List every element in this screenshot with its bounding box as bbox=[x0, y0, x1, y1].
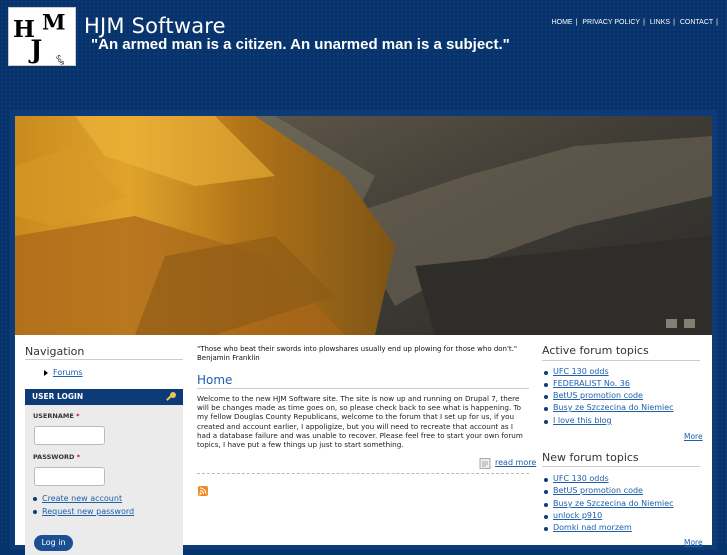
slideshow-pager-2[interactable] bbox=[684, 319, 695, 328]
active-topic-link[interactable]: I love this blog bbox=[553, 416, 612, 425]
username-label: USERNAME * bbox=[33, 412, 80, 420]
user-login-header: USER LOGIN bbox=[25, 389, 183, 405]
quote-block: "Those who beat their swords into plowsh… bbox=[197, 345, 517, 363]
quote-author: Benjamin Franklin bbox=[197, 354, 260, 362]
top-navigation: HOME | PRIVACY POLICY | LINKS | CONTACT | bbox=[551, 19, 718, 26]
hero-slideshow-image bbox=[15, 116, 712, 335]
document-icon bbox=[479, 458, 491, 469]
topnav-home[interactable]: HOME bbox=[552, 19, 573, 26]
bullet-icon bbox=[544, 395, 548, 399]
bullet-icon bbox=[544, 527, 548, 531]
topnav-contact[interactable]: CONTACT bbox=[680, 19, 713, 26]
nav-item-forums[interactable]: Forums bbox=[53, 368, 83, 377]
node-title-home[interactable]: Home bbox=[197, 373, 232, 387]
bullet-icon bbox=[544, 490, 548, 494]
bullet-icon bbox=[33, 510, 37, 514]
svg-text:J: J bbox=[28, 34, 42, 64]
active-topic-link[interactable]: FEDERALIST No. 36 bbox=[553, 379, 630, 388]
bullet-icon bbox=[544, 407, 548, 411]
password-input[interactable] bbox=[34, 467, 105, 486]
new-topics-more-link[interactable]: More bbox=[684, 538, 703, 547]
quote-text: "Those who beat their swords into plowsh… bbox=[197, 345, 518, 353]
hjm-software-logo-icon: H M J Software bbox=[9, 8, 75, 65]
topnav-links[interactable]: LINKS bbox=[650, 19, 670, 26]
active-topic-link[interactable]: UFC 130 odds bbox=[553, 367, 609, 376]
active-topic-link[interactable]: BetUS promotion code bbox=[553, 391, 643, 400]
bullet-icon bbox=[544, 503, 548, 507]
divider bbox=[542, 360, 700, 361]
site-name[interactable]: HJM Software bbox=[84, 14, 226, 38]
svg-text:M: M bbox=[42, 10, 66, 35]
username-input[interactable] bbox=[34, 426, 105, 445]
site-logo[interactable]: H M J Software bbox=[8, 7, 76, 66]
active-topics-more-link[interactable]: More bbox=[684, 432, 703, 441]
bullet-icon bbox=[544, 383, 548, 387]
node-body: Welcome to the new HJM Software site. Th… bbox=[197, 394, 523, 450]
bullet-icon bbox=[544, 478, 548, 482]
active-topic-link[interactable]: Busy ze Szczecina do Niemiec bbox=[553, 403, 674, 412]
key-icon bbox=[166, 392, 176, 401]
divider bbox=[197, 473, 529, 474]
new-topic-link[interactable]: BetUS promotion code bbox=[553, 486, 643, 495]
new-topic-link[interactable]: UFC 130 odds bbox=[553, 474, 609, 483]
divider bbox=[542, 466, 700, 467]
request-password-link[interactable]: Request new password bbox=[42, 507, 134, 516]
navigation-block-title: Navigation bbox=[25, 345, 85, 358]
bullet-icon bbox=[544, 515, 548, 519]
new-forum-topics-title: New forum topics bbox=[542, 451, 639, 464]
new-topic-link[interactable]: Domki nad morzem bbox=[553, 523, 632, 532]
bullet-icon bbox=[544, 420, 548, 424]
active-forum-topics-title: Active forum topics bbox=[542, 344, 649, 357]
topnav-privacy-policy[interactable]: PRIVACY POLICY bbox=[582, 19, 640, 26]
nav-bullet-icon bbox=[44, 370, 48, 376]
login-button[interactable]: Log in bbox=[34, 535, 73, 551]
rss-feed-icon[interactable] bbox=[198, 486, 208, 496]
site-slogan: "An armed man is a citizen. An unarmed m… bbox=[91, 36, 510, 53]
bullet-icon bbox=[33, 497, 37, 501]
create-account-link[interactable]: Create new account bbox=[42, 494, 122, 503]
divider bbox=[197, 388, 529, 389]
slideshow-pager-1[interactable] bbox=[666, 319, 677, 328]
bullet-icon bbox=[544, 371, 548, 375]
new-topic-link[interactable]: unlock p910 bbox=[553, 511, 602, 520]
read-more-link[interactable]: read more bbox=[495, 458, 536, 467]
new-topic-link[interactable]: Busy ze Szczecina do Niemiec bbox=[553, 499, 674, 508]
user-login-title: USER LOGIN bbox=[32, 392, 84, 401]
password-label: PASSWORD * bbox=[33, 453, 81, 461]
divider bbox=[25, 359, 183, 360]
